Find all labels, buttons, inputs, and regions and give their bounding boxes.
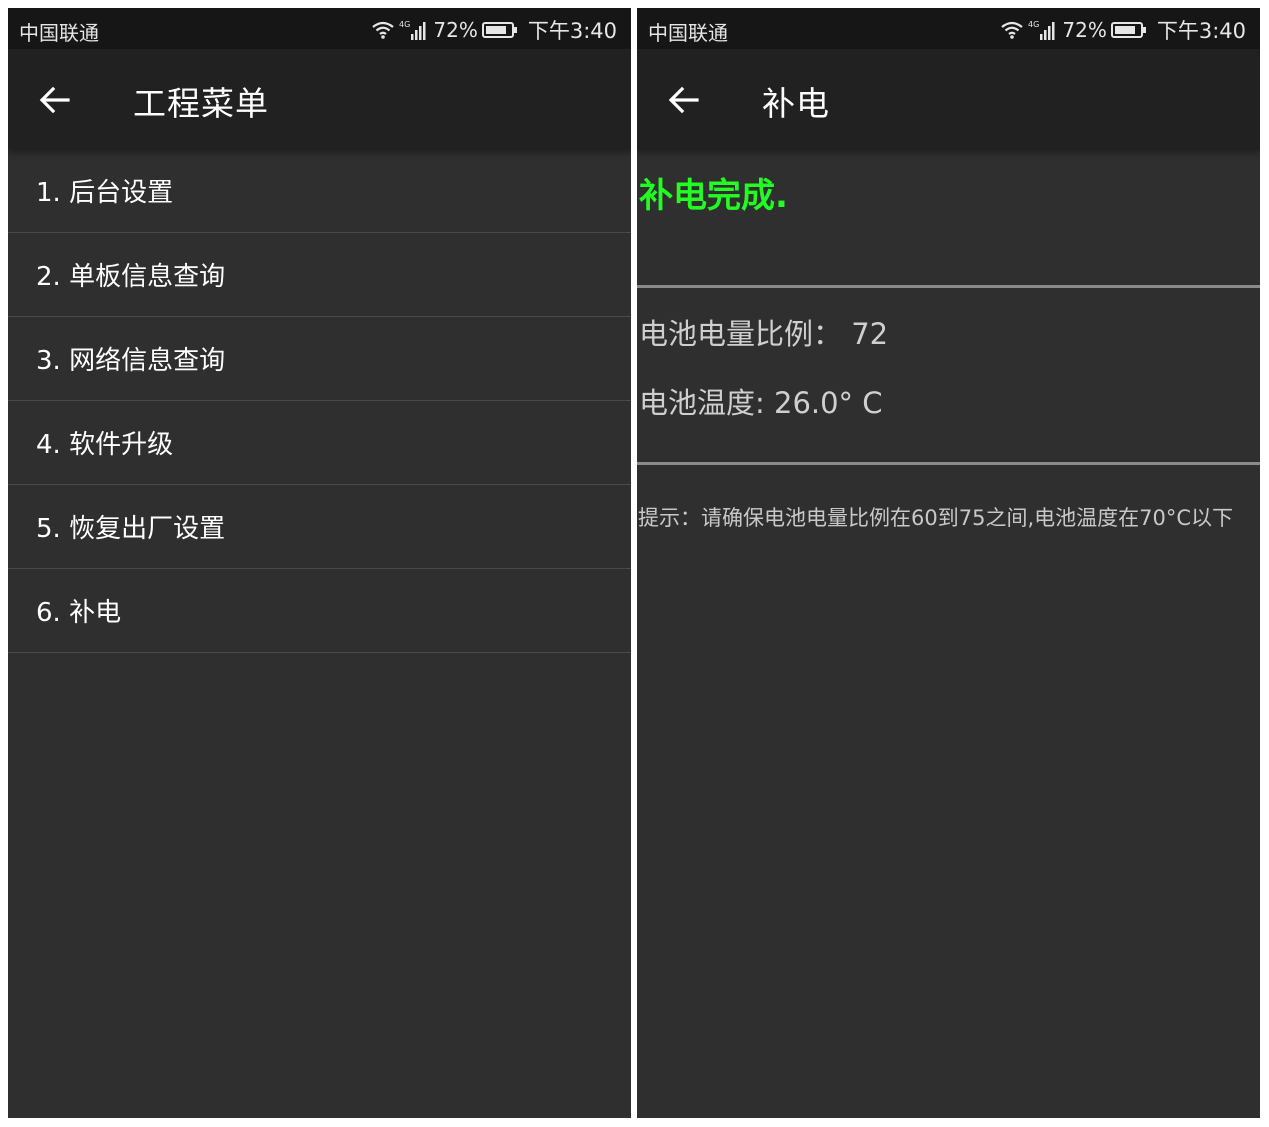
recharge-result-message: 补电完成. [639, 176, 788, 216]
status-icons: 4G 72% 下午3:40 [371, 15, 617, 45]
menu-item-backend-settings[interactable]: 1. 后台设置 [8, 149, 631, 233]
app-toolbar: 补电 [637, 49, 1260, 149]
network-type-label: 4G [1028, 20, 1039, 29]
clock: 下午3:40 [527, 19, 617, 43]
engineering-menu-screen: 中国联通 4G 72% 下午3:40 工程菜单 1. 后台设置 2. 单板信息查… [8, 8, 631, 1118]
engineering-menu-list: 1. 后台设置 2. 单板信息查询 3. 网络信息查询 4. 软件升级 5. 恢… [8, 149, 631, 653]
back-arrow-icon[interactable] [667, 83, 701, 117]
battery-recharge-screen: 中国联通 4G 72% 下午3:40 补电 补电完成. 电池电量比例： 72 电… [637, 8, 1260, 1118]
menu-item-software-upgrade[interactable]: 4. 软件升级 [8, 401, 631, 485]
status-icons: 4G 72% 下午3:40 [1000, 15, 1246, 45]
hint-text: 提示：请确保电池电量比例在60到75之间,电池温度在70°C以下 [638, 506, 1234, 530]
battery-icon [1110, 21, 1147, 39]
menu-item-battery-recharge[interactable]: 6. 补电 [8, 569, 631, 653]
back-arrow-icon[interactable] [38, 83, 72, 117]
clock: 下午3:40 [1156, 19, 1246, 43]
battery-level-ratio: 电池电量比例： 72 [639, 317, 889, 351]
status-bar: 中国联通 4G 72% 下午3:40 [637, 8, 1260, 49]
signal-icon: 4G [1028, 19, 1058, 41]
page-title: 工程菜单 [133, 84, 269, 123]
signal-icon: 4G [399, 19, 429, 41]
status-bar: 中国联通 4G 72% 下午3:40 [8, 8, 631, 49]
divider [637, 285, 1260, 288]
network-type-label: 4G [399, 20, 410, 29]
battery-temperature: 电池温度: 26.0° C [639, 386, 883, 420]
wifi-icon [371, 20, 395, 40]
app-toolbar: 工程菜单 [8, 49, 631, 149]
carrier-label: 中国联通 [19, 21, 99, 45]
menu-item-network-info[interactable]: 3. 网络信息查询 [8, 317, 631, 401]
page-title: 补电 [762, 84, 830, 123]
battery-percent: 72% [433, 18, 478, 42]
carrier-label: 中国联通 [648, 21, 728, 45]
menu-item-board-info[interactable]: 2. 单板信息查询 [8, 233, 631, 317]
battery-percent: 72% [1062, 18, 1107, 42]
menu-item-factory-reset[interactable]: 5. 恢复出厂设置 [8, 485, 631, 569]
wifi-icon [1000, 20, 1024, 40]
battery-icon [481, 21, 518, 39]
divider [637, 462, 1260, 465]
